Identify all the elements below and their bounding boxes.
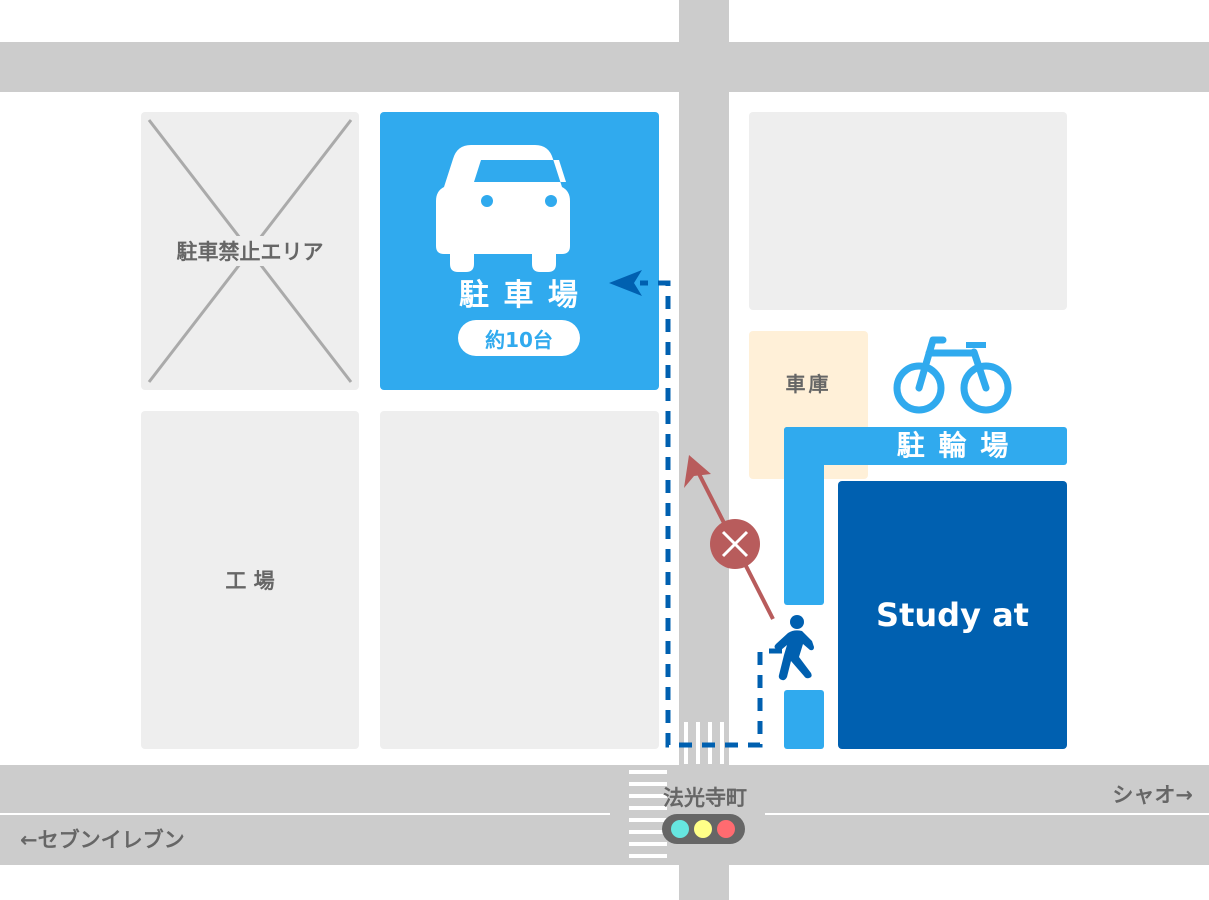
factory-label: 工 場 [225, 569, 275, 593]
bicycle-parking-label: 駐 輪 場 [896, 429, 1011, 462]
factory-block: 工 場 [141, 411, 359, 749]
garage-label: 車庫 [785, 372, 832, 396]
traffic-light-red [717, 820, 735, 838]
road-center-line-right [765, 813, 1209, 815]
crosswalk-north [684, 722, 726, 764]
traffic-light-yellow [694, 820, 712, 838]
destination-study-at[interactable]: Study at [838, 481, 1067, 749]
no-parking-area: 駐車禁止エリア [141, 112, 359, 390]
parking-capacity-badge: 約10台 [458, 320, 580, 356]
pedestrian-icon [774, 615, 814, 681]
direction-left-seven-eleven: ←セブンイレブン [20, 828, 185, 852]
parking-label: 駐 車 場 [459, 278, 580, 313]
empty-block-center [380, 411, 659, 749]
traffic-light [662, 814, 745, 844]
parking-capacity: 約10台 [485, 327, 553, 352]
road-center-line-left [0, 813, 610, 815]
road-north [0, 42, 1209, 92]
direction-right-shao: シャオ→ [1112, 783, 1193, 807]
bicycle-parking-strip-lower [784, 690, 824, 749]
no-parking-label: 駐車禁止エリア [174, 236, 326, 266]
destination-label: Study at [876, 596, 1029, 634]
traffic-light-cyan [671, 820, 689, 838]
empty-block-northeast [749, 112, 1067, 310]
intersection-name: 法光寺町 [663, 786, 747, 810]
bicycle-parking-strip [784, 427, 824, 605]
parking-lot[interactable]: 駐 車 場 約10台 [380, 112, 659, 390]
